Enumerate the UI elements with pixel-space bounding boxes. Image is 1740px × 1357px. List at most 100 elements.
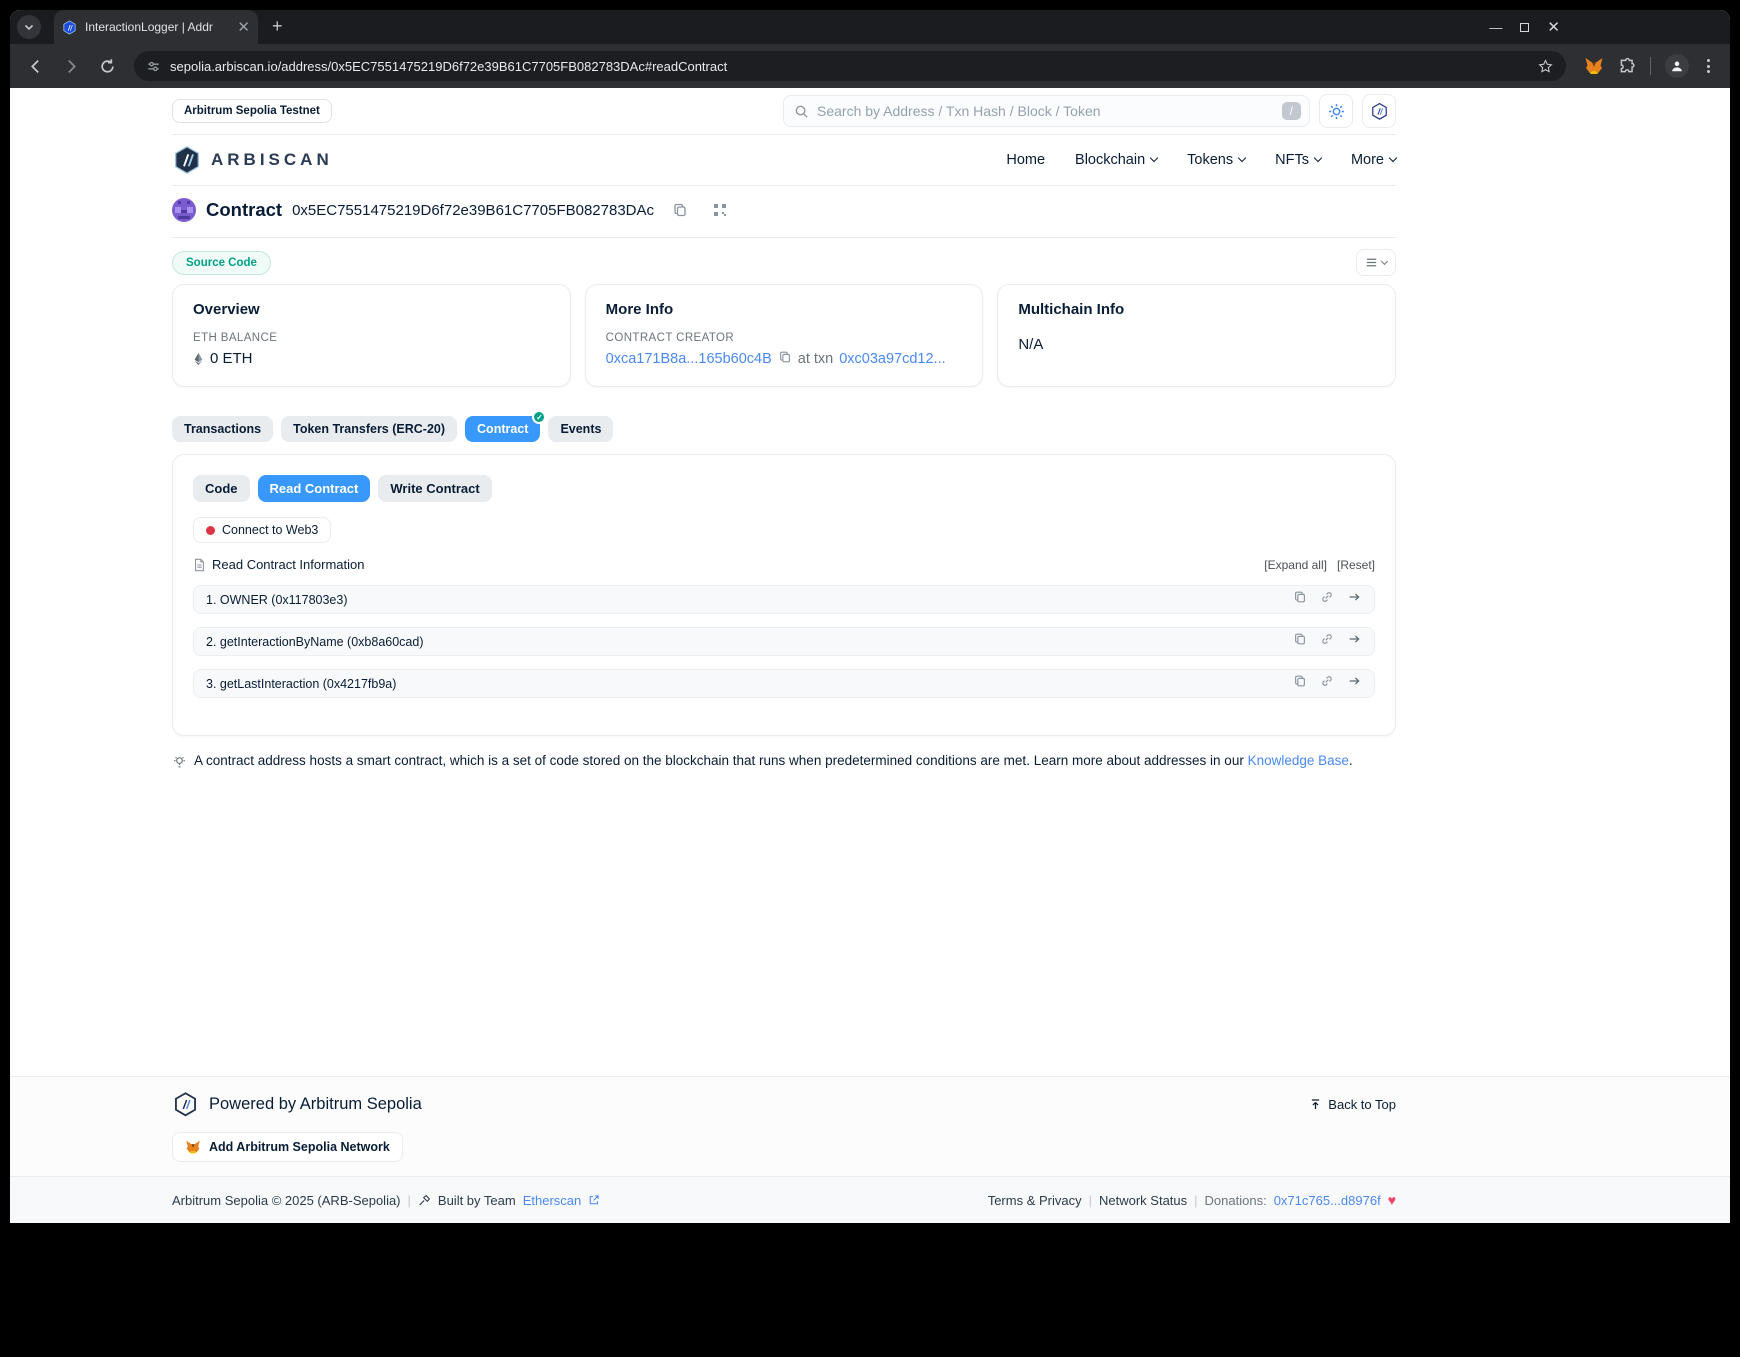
tab-contract[interactable]: Contract ✓ [465, 410, 547, 442]
source-code-badge[interactable]: Source Code [172, 250, 271, 275]
nav-item-more[interactable]: More [1351, 152, 1398, 168]
add-network-button[interactable]: Add Arbitrum Sepolia Network [172, 1132, 403, 1162]
contract-creator-label: CONTRACT CREATOR [605, 332, 735, 344]
heart-icon: ♥ [1387, 1192, 1396, 1208]
tab-close-icon[interactable]: ✕ [237, 20, 250, 35]
toolbar-divider [1650, 57, 1651, 75]
chevron-down-icon [1313, 153, 1323, 163]
copy-address-icon[interactable] [672, 202, 688, 218]
creation-txn-link[interactable]: 0xc03a97cd12... [839, 351, 945, 367]
tab-transactions[interactable]: Transactions [172, 416, 274, 442]
permalink-icon[interactable] [1320, 674, 1334, 693]
footer: Powered by Arbitrum Sepolia Back to Top … [10, 1076, 1730, 1223]
main-nav: ARBISCAN Home Blockchain Tokens NFTs Mor… [172, 135, 1398, 186]
subtab-write-contract[interactable]: Write Contract [378, 475, 492, 502]
site-info-icon[interactable] [146, 59, 161, 74]
maximize-button[interactable] [1520, 22, 1530, 32]
view-options-button[interactable] [1356, 249, 1396, 276]
permalink-icon[interactable] [1320, 590, 1334, 609]
metamask-icon[interactable] [1584, 56, 1604, 76]
subtab-read-contract[interactable]: Read Contract [257, 475, 371, 502]
help-text: A contract address hosts a smart contrac… [194, 753, 1248, 768]
arbiscan-logo[interactable]: ARBISCAN [172, 145, 333, 175]
profile-avatar[interactable] [1665, 54, 1689, 78]
network-status-link[interactable]: Network Status [1099, 1193, 1187, 1208]
tab-token-transfers[interactable]: Token Transfers (ERC-20) [281, 416, 458, 442]
extensions-icon[interactable] [1618, 57, 1636, 75]
forward-button[interactable] [56, 51, 86, 81]
chevron-down-icon [24, 24, 34, 31]
nav-item-home[interactable]: Home [1006, 152, 1045, 168]
card-title: More Info [605, 301, 674, 318]
hammer-icon [419, 1194, 430, 1205]
site-topbar: Arbitrum Sepolia Testnet / [172, 88, 1396, 135]
lightbulb-icon [174, 756, 185, 768]
permalink-icon[interactable] [1320, 632, 1334, 651]
browser-window: InteractionLogger | Addr ✕ + — ✕ sepolia… [10, 10, 1730, 1223]
tab-title: InteractionLogger | Addr [85, 20, 213, 34]
function-row-owner[interactable]: 1. OWNER (0x117803e3) [193, 585, 1375, 614]
address-tabs: Transactions Token Transfers (ERC-20) Co… [172, 410, 1396, 442]
browser-tab[interactable]: InteractionLogger | Addr ✕ [54, 10, 258, 44]
reload-button[interactable] [92, 51, 122, 81]
nav-item-nfts[interactable]: NFTs [1275, 152, 1323, 168]
expand-all-link[interactable]: [Expand all] [1264, 558, 1327, 572]
copy-icon[interactable] [1293, 674, 1307, 693]
page: Arbitrum Sepolia Testnet / ARBISCAN [10, 88, 1730, 1223]
browser-menu-icon[interactable] [1703, 59, 1714, 73]
copyright-text: Arbitrum Sepolia © 2025 (ARB-Sepolia) [172, 1192, 401, 1208]
creator-address-link[interactable]: 0xca171B8a...165b60c4B [606, 351, 772, 367]
at-txn-label: at txn [797, 351, 834, 367]
multichain-value: N/A [1018, 336, 1044, 353]
qr-code-icon[interactable] [712, 202, 728, 218]
eth-icon [194, 352, 203, 365]
info-cards: Overview ETH BALANCE 0 ETH More Info CON… [172, 284, 1397, 387]
window-close-button[interactable]: ✕ [1547, 18, 1560, 36]
nav-item-blockchain[interactable]: Blockchain [1075, 152, 1159, 168]
brand-name: ARBISCAN [211, 150, 333, 169]
expand-arrow-icon[interactable] [1347, 674, 1362, 693]
arbiscan-logo-icon [175, 146, 199, 174]
back-to-top-link[interactable]: Back to Top [1309, 1097, 1396, 1112]
chevron-down-icon [1237, 153, 1247, 163]
url-bar[interactable]: sepolia.arbiscan.io/address/0x5EC7551475… [134, 51, 1566, 81]
copy-icon[interactable] [1293, 590, 1307, 609]
function-row-getlastinteraction[interactable]: 3. getLastInteraction (0x4217fb9a) [193, 669, 1375, 698]
expand-arrow-icon[interactable] [1347, 632, 1362, 651]
contract-header: Contract 0x5EC7551475219D6f72e39B61C7705… [172, 198, 1396, 238]
bookmark-star-icon[interactable] [1537, 58, 1554, 75]
expand-arrow-icon[interactable] [1347, 590, 1362, 609]
subtab-code[interactable]: Code [193, 475, 250, 502]
back-button[interactable] [20, 51, 50, 81]
powered-by-text: Powered by Arbitrum Sepolia [209, 1095, 422, 1113]
function-row-getinteractionbyname[interactable]: 2. getInteractionByName (0xb8a60cad) [193, 627, 1375, 656]
donation-address-link[interactable]: 0x71c765...d8976f [1274, 1193, 1381, 1208]
reset-link[interactable]: [Reset] [1337, 558, 1375, 572]
knowledge-base-link[interactable]: Knowledge Base [1248, 753, 1349, 768]
connect-to-web3-button[interactable]: Connect to Web3 [193, 517, 332, 543]
eth-balance-value: 0 ETH [210, 350, 253, 367]
minimize-button[interactable]: — [1489, 20, 1502, 35]
terms-privacy-link[interactable]: Terms & Privacy [988, 1193, 1082, 1208]
address-identicon [172, 198, 196, 222]
search-box[interactable]: / [783, 95, 1310, 127]
read-contract-info-title: Read Contract Information [212, 557, 365, 572]
tab-search-button[interactable] [17, 15, 41, 39]
etherscan-link[interactable]: Etherscan [523, 1193, 582, 1208]
copy-creator-icon[interactable] [778, 350, 792, 368]
contract-address[interactable]: 0x5EC7551475219D6f72e39B61C7705FB082783D… [292, 202, 654, 219]
chevron-down-icon [1388, 153, 1398, 163]
network-badge[interactable]: Arbitrum Sepolia Testnet [172, 99, 332, 123]
tab-events[interactable]: Events [548, 416, 614, 442]
theme-toggle-button[interactable] [1319, 94, 1353, 128]
network-switcher-button[interactable] [1362, 94, 1396, 128]
browser-toolbar: sepolia.arbiscan.io/address/0x5EC7551475… [10, 44, 1730, 88]
search-icon [795, 105, 808, 118]
copy-icon[interactable] [1293, 632, 1307, 651]
search-input[interactable] [817, 103, 1274, 119]
url-text[interactable]: sepolia.arbiscan.io/address/0x5EC7551475… [170, 59, 1528, 74]
chevron-down-icon [1149, 153, 1159, 163]
new-tab-button[interactable]: + [272, 16, 283, 37]
arbiscan-favicon [63, 19, 76, 35]
nav-item-tokens[interactable]: Tokens [1187, 152, 1247, 168]
